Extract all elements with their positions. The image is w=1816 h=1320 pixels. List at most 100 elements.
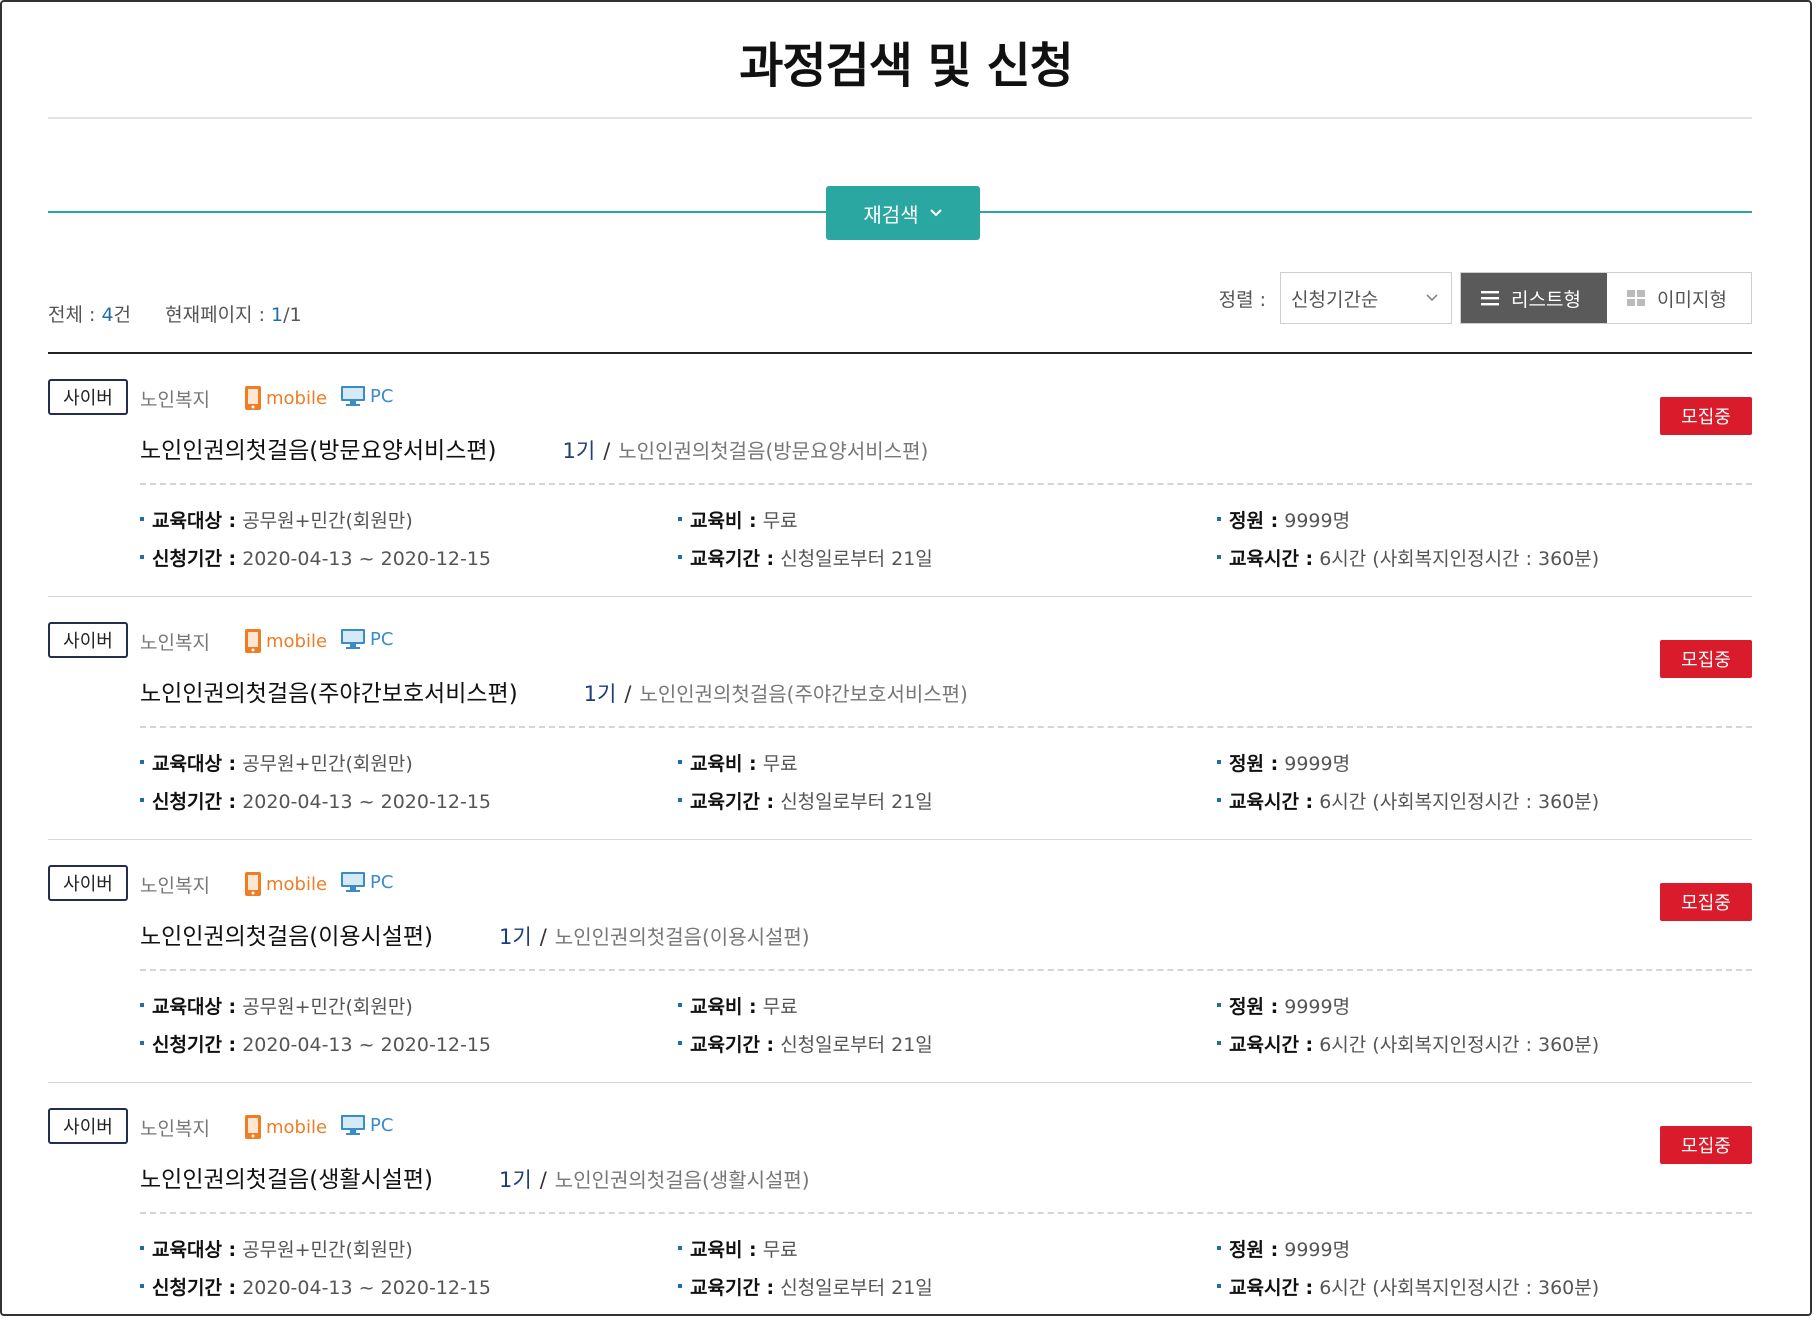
info-value: 2020-04-13 ~ 2020-12-15 bbox=[242, 1034, 492, 1056]
pc-label: PC bbox=[370, 871, 394, 893]
view-image-label: 이미지형 bbox=[1657, 288, 1727, 311]
info-edu-period: 교육기간 : 신청일로부터 21일 bbox=[678, 544, 933, 571]
info-label: 정원 : bbox=[1217, 510, 1278, 532]
info-fee: 교육비 : 무료 bbox=[678, 749, 798, 776]
info-value: 2020-04-13 ~ 2020-12-15 bbox=[242, 548, 492, 570]
mobile-indicator: mobile bbox=[244, 628, 327, 654]
info-label: 정원 : bbox=[1217, 1239, 1278, 1261]
info-label: 교육기간 : bbox=[678, 1277, 774, 1299]
course-title[interactable]: 노인인권의첫걸음(방문요양서비스편) bbox=[140, 431, 497, 465]
info-value: 공무원+민간(회원만) bbox=[242, 510, 413, 532]
info-label: 교육대상 : bbox=[140, 510, 236, 532]
mobile-indicator: mobile bbox=[244, 871, 327, 897]
info-fee: 교육비 : 무료 bbox=[678, 506, 798, 533]
pc-indicator: PC bbox=[340, 871, 393, 893]
course-slash: / bbox=[624, 682, 632, 706]
course-subtitle: 노인인권의첫걸음(주야간보호서비스편) bbox=[639, 682, 968, 706]
info-label: 신청기간 : bbox=[140, 791, 236, 813]
course-title[interactable]: 노인인권의첫걸음(생활시설편) bbox=[140, 1160, 433, 1194]
dashed-divider bbox=[140, 726, 1752, 728]
result-summary: 전체 : 4건 현재페이지 : 1/1 bbox=[48, 300, 302, 327]
view-list-button[interactable]: 리스트형 bbox=[1461, 273, 1607, 323]
info-apply-period: 신청기간 : 2020-04-13 ~ 2020-12-15 bbox=[140, 1030, 491, 1057]
pc-label: PC bbox=[370, 385, 394, 407]
page-frame: 과정검색 및 신청 재검색 전체 : 4건 현재페이지 : 1/1 정렬 : 신… bbox=[0, 0, 1812, 1316]
info-value: 2020-04-13 ~ 2020-12-15 bbox=[242, 791, 492, 813]
info-value: 공무원+민간(회원만) bbox=[242, 753, 413, 775]
status-badge: 모집중 bbox=[1660, 640, 1752, 678]
course-title-row: 노인인권의첫걸음(방문요양서비스편) 1기 / 노인인권의첫걸음(방문요양서비스… bbox=[140, 431, 928, 465]
status-badge: 모집중 bbox=[1660, 883, 1752, 921]
info-fee: 교육비 : 무료 bbox=[678, 992, 798, 1019]
pc-icon bbox=[341, 386, 365, 406]
info-edu-hours: 교육시간 : 6시간 (사회복지인정시간 : 360분) bbox=[1217, 1273, 1599, 1300]
info-label: 정원 : bbox=[1217, 996, 1278, 1018]
pc-indicator: PC bbox=[340, 1114, 393, 1136]
info-value: 신청일로부터 21일 bbox=[780, 1277, 933, 1299]
course-slash: / bbox=[539, 1168, 547, 1192]
total-label: 전체 : bbox=[48, 304, 96, 326]
course-item[interactable]: 사이버 노인복지 mobile PC 모집중 노인인권의첫걸음(주야간보호서비스… bbox=[48, 597, 1752, 840]
info-label: 교육시간 : bbox=[1217, 1034, 1313, 1056]
info-value: 무료 bbox=[762, 510, 798, 532]
mobile-label: mobile bbox=[266, 873, 328, 895]
course-type-badge: 사이버 bbox=[48, 865, 128, 901]
info-label: 교육비 : bbox=[678, 1239, 757, 1261]
course-type-badge: 사이버 bbox=[48, 622, 128, 658]
course-category: 노인복지 bbox=[140, 632, 210, 654]
total-count: 4 bbox=[101, 304, 114, 326]
research-button-label: 재검색 bbox=[863, 202, 919, 227]
info-edu-hours: 교육시간 : 6시간 (사회복지인정시간 : 360분) bbox=[1217, 544, 1599, 571]
status-badge: 모집중 bbox=[1660, 1126, 1752, 1164]
page-label: 현재페이지 : bbox=[165, 304, 265, 326]
course-subtitle: 노인인권의첫걸음(방문요양서비스편) bbox=[618, 439, 929, 463]
info-value: 신청일로부터 21일 bbox=[780, 548, 933, 570]
info-label: 신청기간 : bbox=[140, 1277, 236, 1299]
info-value: 무료 bbox=[762, 1239, 798, 1261]
info-value: 9999명 bbox=[1284, 753, 1351, 775]
info-edu-period: 교육기간 : 신청일로부터 21일 bbox=[678, 1030, 933, 1057]
info-capacity: 정원 : 9999명 bbox=[1217, 1235, 1350, 1262]
info-edu-period: 교육기간 : 신청일로부터 21일 bbox=[678, 1273, 933, 1300]
course-category: 노인복지 bbox=[140, 875, 210, 897]
course-round: 1기 bbox=[499, 1168, 532, 1192]
info-capacity: 정원 : 9999명 bbox=[1217, 749, 1350, 776]
info-value: 6시간 (사회복지인정시간 : 360분) bbox=[1319, 1277, 1600, 1299]
info-value: 무료 bbox=[762, 996, 798, 1018]
info-apply-period: 신청기간 : 2020-04-13 ~ 2020-12-15 bbox=[140, 1273, 491, 1300]
mobile-icon bbox=[245, 1115, 261, 1139]
course-title[interactable]: 노인인권의첫걸음(이용시설편) bbox=[140, 917, 433, 951]
info-label: 교육기간 : bbox=[678, 548, 774, 570]
info-value: 신청일로부터 21일 bbox=[780, 791, 933, 813]
sort-label: 정렬 : bbox=[1218, 288, 1266, 311]
info-label: 교육대상 : bbox=[140, 996, 236, 1018]
info-target: 교육대상 : 공무원+민간(회원만) bbox=[140, 506, 413, 533]
mobile-indicator: mobile bbox=[244, 385, 327, 411]
view-image-button[interactable]: 이미지형 bbox=[1607, 273, 1751, 323]
sort-select[interactable]: 신청기간순 bbox=[1280, 272, 1452, 324]
dashed-divider bbox=[140, 483, 1752, 485]
info-label: 교육비 : bbox=[678, 996, 757, 1018]
info-value: 공무원+민간(회원만) bbox=[242, 996, 413, 1018]
info-apply-period: 신청기간 : 2020-04-13 ~ 2020-12-15 bbox=[140, 787, 491, 814]
course-title[interactable]: 노인인권의첫걸음(주야간보호서비스편) bbox=[140, 674, 518, 708]
research-button[interactable]: 재검색 bbox=[826, 186, 980, 240]
info-label: 신청기간 : bbox=[140, 548, 236, 570]
info-target: 교육대상 : 공무원+민간(회원만) bbox=[140, 1235, 413, 1262]
grid-icon bbox=[1627, 290, 1645, 306]
course-item[interactable]: 사이버 노인복지 mobile PC 모집중 노인인권의첫걸음(생활시설편) 1… bbox=[48, 1083, 1752, 1314]
course-title-row: 노인인권의첫걸음(이용시설편) 1기 / 노인인권의첫걸음(이용시설편) bbox=[140, 917, 810, 951]
mobile-label: mobile bbox=[266, 387, 328, 409]
course-item[interactable]: 사이버 노인복지 mobile PC 모집중 노인인권의첫걸음(이용시설편) 1… bbox=[48, 840, 1752, 1083]
sort-selected-value: 신청기간순 bbox=[1291, 288, 1379, 311]
status-badge: 모집중 bbox=[1660, 397, 1752, 435]
pc-label: PC bbox=[370, 628, 394, 650]
view-list-label: 리스트형 bbox=[1511, 288, 1581, 311]
info-value: 9999명 bbox=[1284, 996, 1351, 1018]
info-label: 교육시간 : bbox=[1217, 1277, 1313, 1299]
chevron-down-icon bbox=[1426, 294, 1438, 302]
info-value: 신청일로부터 21일 bbox=[780, 1034, 933, 1056]
info-label: 교육대상 : bbox=[140, 753, 236, 775]
course-item[interactable]: 사이버 노인복지 mobile PC 모집중 노인인권의첫걸음(방문요양서비스편… bbox=[48, 354, 1752, 597]
title-divider bbox=[48, 117, 1752, 119]
